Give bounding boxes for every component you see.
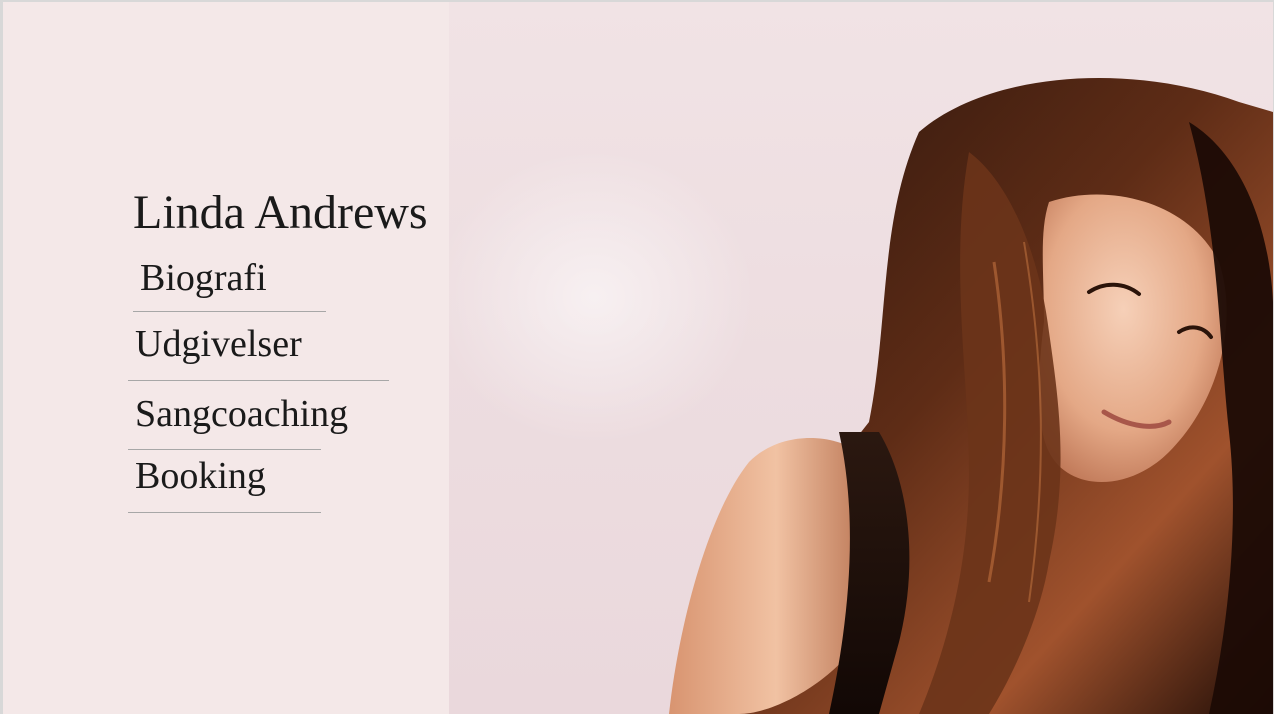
portrait-illustration — [669, 78, 1273, 714]
nav-link-udgivelser[interactable]: Udgivelser — [135, 322, 302, 366]
nav-link-sangcoaching[interactable]: Sangcoaching — [135, 392, 348, 436]
nav-divider — [128, 449, 321, 450]
nav-divider — [128, 512, 321, 513]
nav-link-booking[interactable]: Booking — [135, 454, 266, 498]
nav-divider — [133, 311, 326, 312]
portrait-photo — [449, 2, 1273, 714]
sidebar: Linda Andrews Biografi Udgivelser Sangco… — [3, 2, 449, 714]
nav-divider — [128, 380, 389, 381]
page: Linda Andrews Biografi Udgivelser Sangco… — [3, 2, 1273, 714]
site-title: Linda Andrews — [133, 186, 428, 239]
nav-link-biografi[interactable]: Biografi — [140, 256, 267, 300]
